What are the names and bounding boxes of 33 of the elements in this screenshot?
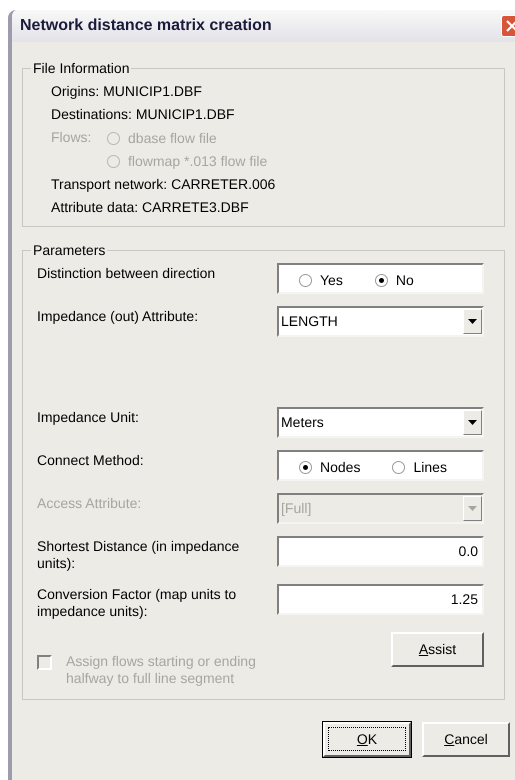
file-info-text: Destinations: MUNICIP1.DBF	[51, 105, 236, 124]
radio-option[interactable]: No	[374, 270, 414, 291]
file-info-text: Transport network: CARRETER.006	[51, 175, 276, 194]
dialog-button[interactable]: Cancel	[422, 722, 510, 757]
file-info-text: Attribute data: CARRETE3.DBF	[51, 198, 250, 217]
assist-button[interactable]: Assist	[391, 632, 484, 667]
checkbox-label: Assign flows starting or ending halfway to full line segment	[66, 653, 257, 687]
radio-button[interactable]	[299, 461, 312, 474]
radio-option[interactable]: Nodes	[299, 457, 360, 478]
radio-option[interactable]: Yes	[299, 270, 343, 291]
field-label: Connect Method:	[37, 451, 145, 469]
window-title: Network distance matrix creation	[20, 16, 272, 36]
field-label: Distinction between direction	[37, 264, 216, 282]
field-label: Shortest Distance (in impedance units):	[37, 537, 240, 572]
dropdown[interactable]: LENGTH	[277, 306, 484, 337]
field-label: Access Attribute:	[37, 494, 142, 512]
caret-icon[interactable]	[463, 309, 482, 334]
number-field[interactable]: 0.0	[277, 536, 484, 567]
flows-label: Flows:	[51, 128, 92, 147]
field-label: Conversion Factor (map units to impedance units):	[37, 585, 238, 620]
radio-button[interactable]	[374, 274, 388, 287]
radio-button[interactable]	[299, 274, 312, 287]
caret-icon[interactable]	[463, 410, 482, 435]
number-field[interactable]: 1.25	[277, 584, 484, 615]
field-label: Impedance Unit:	[37, 408, 140, 426]
radio-option[interactable]: Lines	[392, 457, 447, 478]
file-info-text: Origins: MUNICIP1.DBF	[51, 82, 203, 101]
radio-button[interactable]	[392, 461, 406, 474]
dialog-button[interactable]: OK	[323, 722, 411, 757]
group-title: Parameters	[32, 241, 106, 260]
field-label: Impedance (out) Attribute:	[37, 307, 200, 325]
group-title: File Information	[32, 59, 130, 78]
dropdown[interactable]: Meters	[277, 407, 484, 438]
